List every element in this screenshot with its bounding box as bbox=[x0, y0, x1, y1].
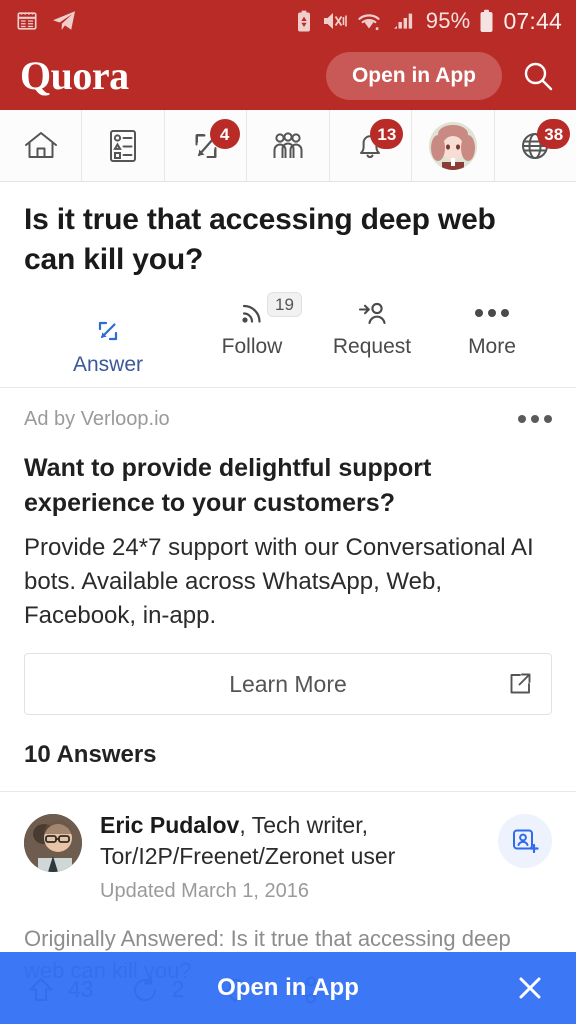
battery-percent-label: 95% bbox=[425, 8, 471, 33]
question-block: Is it true that accessing deep web can k… bbox=[0, 182, 576, 387]
battery-icon bbox=[479, 9, 494, 33]
follow-author-button[interactable] bbox=[498, 814, 552, 869]
people-icon bbox=[266, 124, 310, 168]
wifi-icon bbox=[356, 10, 382, 32]
open-in-app-header-button[interactable]: Open in App bbox=[325, 52, 502, 100]
person-arrow-icon bbox=[355, 296, 389, 330]
ad-unit: Ad by Verloop.io Want to provide delight… bbox=[0, 388, 576, 716]
learn-more-label: Learn More bbox=[229, 670, 347, 697]
telegram-icon bbox=[52, 10, 76, 32]
learn-more-button[interactable]: Learn More bbox=[24, 653, 552, 716]
answer-author-row: Eric Pudalov, Tech writer, Tor/I2P/Freen… bbox=[24, 810, 552, 903]
main-navbar: 4 13 38 bbox=[0, 110, 576, 182]
ad-header: Ad by Verloop.io bbox=[24, 408, 552, 431]
request-button[interactable]: Request bbox=[312, 296, 432, 377]
notifications-badge: 13 bbox=[370, 119, 404, 149]
ad-menu-button[interactable] bbox=[518, 415, 552, 424]
author-name[interactable]: Eric Pudalov bbox=[100, 812, 239, 838]
ellipsis-icon bbox=[518, 415, 526, 424]
nav-item-language[interactable]: 38 bbox=[495, 110, 576, 181]
ad-attribution: Ad by Verloop.io bbox=[24, 407, 170, 430]
external-link-icon bbox=[507, 671, 533, 697]
nav-item-spaces[interactable] bbox=[247, 110, 330, 181]
answer-button[interactable]: Answer bbox=[24, 296, 192, 377]
search-button[interactable] bbox=[516, 54, 560, 98]
rss-follow-icon: 19 bbox=[235, 291, 302, 330]
close-icon bbox=[514, 972, 546, 1004]
status-bar-right: 95% 07:44 bbox=[296, 9, 562, 33]
question-actions: Answer 19 Follow Request More bbox=[24, 291, 552, 387]
signal-icon bbox=[391, 10, 417, 32]
author-meta: Eric Pudalov, Tech writer, Tor/I2P/Freen… bbox=[100, 810, 498, 903]
ellipsis-icon bbox=[475, 296, 509, 330]
more-label: More bbox=[468, 334, 516, 358]
open-in-app-bottom-bar[interactable]: Open in App bbox=[0, 952, 576, 1024]
author-avatar[interactable] bbox=[24, 814, 82, 873]
quora-logo[interactable]: Quora bbox=[20, 56, 129, 96]
nav-item-notifications[interactable]: 13 bbox=[330, 110, 413, 181]
add-person-icon bbox=[510, 826, 540, 856]
nav-item-profile[interactable] bbox=[412, 110, 495, 181]
follow-count-badge: 19 bbox=[267, 291, 302, 318]
search-icon bbox=[521, 59, 555, 93]
app-header: Quora Open in App bbox=[0, 42, 576, 110]
page-title: Is it true that accessing deep web can k… bbox=[24, 203, 496, 276]
list-icon bbox=[101, 124, 145, 168]
answer-date: Updated March 1, 2016 bbox=[100, 879, 310, 902]
language-badge: 38 bbox=[537, 119, 571, 149]
status-bar-left bbox=[16, 10, 76, 32]
quora-question-page: 95% 07:44 Quora Open in App 4 13 38 Is i… bbox=[0, 0, 576, 1024]
clock-label: 07:44 bbox=[503, 7, 562, 34]
answer-label: Answer bbox=[72, 352, 144, 376]
status-bar: 95% 07:44 bbox=[0, 0, 576, 42]
open-in-app-header-label: Open in App bbox=[351, 64, 476, 87]
nav-item-feed[interactable] bbox=[82, 110, 165, 181]
write-badge: 4 bbox=[209, 119, 240, 149]
follow-button[interactable]: 19 Follow bbox=[192, 291, 312, 377]
answers-count-header: 10 Answers bbox=[24, 741, 157, 769]
battery-saver-icon bbox=[296, 10, 312, 33]
pencil-square-icon bbox=[91, 314, 125, 348]
avatar bbox=[428, 121, 477, 170]
ad-title: Want to provide delightful support exper… bbox=[24, 453, 432, 517]
nav-item-write[interactable]: 4 bbox=[165, 110, 248, 181]
author-credential-line: Eric Pudalov, Tech writer, Tor/I2P/Freen… bbox=[100, 810, 490, 872]
nav-item-home[interactable] bbox=[0, 110, 83, 181]
open-in-app-bottom-label: Open in App bbox=[217, 974, 359, 1001]
follow-label: Follow bbox=[221, 334, 283, 358]
request-label: Request bbox=[332, 334, 412, 358]
ad-body: Provide 24*7 support with our Conversati… bbox=[24, 533, 534, 629]
more-button[interactable]: More bbox=[432, 296, 552, 377]
close-button[interactable] bbox=[510, 968, 550, 1008]
home-icon bbox=[19, 124, 63, 168]
calendar-icon bbox=[16, 10, 38, 32]
mute-vibrate-icon bbox=[321, 10, 347, 32]
